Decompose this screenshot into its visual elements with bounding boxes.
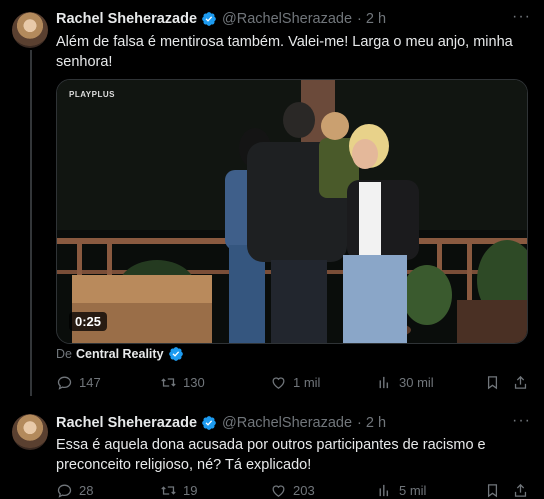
like-button[interactable]: 1 mil	[270, 372, 320, 392]
video-watermark: PLAYPLUS	[69, 90, 115, 99]
like-icon	[272, 376, 285, 389]
video-player[interactable]: PLAYPLUS 0:25	[56, 79, 528, 344]
action-bar: 28 19 203 5 mil	[56, 480, 530, 499]
bookmark-button[interactable]	[484, 372, 507, 392]
view-count: 5 mil	[399, 482, 427, 498]
author-handle[interactable]: @RachelSherazade	[222, 11, 352, 27]
tweet-header: Rachel Sheherazade @RachelSherazade · 2 …	[56, 9, 386, 29]
bookmark-button[interactable]	[484, 480, 507, 499]
tweet-text: Além de falsa é mentirosa também. Valei-…	[56, 34, 513, 70]
reply-button[interactable]: 147	[56, 372, 101, 392]
views-button[interactable]: 5 mil	[376, 480, 426, 499]
action-bar: 147 130 1 mil 30 mil	[56, 372, 530, 392]
bookmark-icon	[487, 375, 498, 389]
views-button[interactable]: 30 mil	[376, 372, 434, 392]
views-icon	[379, 484, 389, 496]
from-source-link[interactable]: Central Reality	[76, 347, 164, 361]
retweet-count: 19	[183, 482, 198, 498]
view-count: 30 mil	[399, 374, 434, 390]
reply-icon	[57, 484, 72, 498]
retweet-count: 130	[183, 374, 205, 390]
author-name[interactable]: Rachel Sheherazade	[56, 11, 197, 27]
timestamp[interactable]: · 2 h	[357, 415, 386, 431]
share-icon	[514, 375, 527, 389]
timestamp[interactable]: · 2 h	[357, 11, 386, 27]
verified-badge-icon	[202, 12, 216, 26]
like-icon	[272, 484, 285, 497]
author-handle[interactable]: @RachelSherazade	[222, 415, 352, 431]
media-attribution: De Central Reality	[56, 346, 184, 362]
video-frame	[57, 80, 527, 343]
author-name[interactable]: Rachel Sheherazade	[56, 415, 197, 431]
tweet-1[interactable]: Rachel Sheherazade @RachelSherazade · 2 …	[0, 0, 544, 400]
bookmark-icon	[487, 483, 498, 497]
reply-count: 147	[79, 374, 101, 390]
tweet-text: Essa é aquela dona acusada por outros pa…	[56, 437, 486, 473]
reply-icon	[57, 376, 72, 390]
retweet-icon	[161, 485, 176, 495]
avatar[interactable]	[12, 414, 48, 450]
verified-badge-icon	[202, 416, 216, 430]
retweet-icon	[161, 377, 176, 387]
reply-count: 28	[79, 482, 94, 498]
more-icon[interactable]: ···	[512, 413, 530, 434]
retweet-button[interactable]: 130	[160, 372, 205, 392]
reply-button[interactable]: 28	[56, 480, 93, 499]
avatar[interactable]	[12, 12, 48, 48]
verified-badge-icon	[168, 347, 183, 361]
tweet-header: Rachel Sheherazade @RachelSherazade · 2 …	[56, 413, 386, 433]
video-duration: 0:25	[69, 312, 108, 331]
like-count: 203	[293, 482, 315, 498]
like-count: 1 mil	[293, 374, 321, 390]
share-button[interactable]	[512, 372, 535, 392]
share-button[interactable]	[512, 480, 535, 499]
from-prefix: De	[56, 347, 72, 361]
views-icon	[379, 376, 389, 388]
more-icon[interactable]: ···	[512, 9, 530, 30]
tweet-2[interactable]: Rachel Sheherazade @RachelSherazade · 2 …	[0, 400, 544, 499]
like-button[interactable]: 203	[270, 480, 315, 499]
retweet-button[interactable]: 19	[160, 480, 197, 499]
share-icon	[514, 483, 527, 497]
